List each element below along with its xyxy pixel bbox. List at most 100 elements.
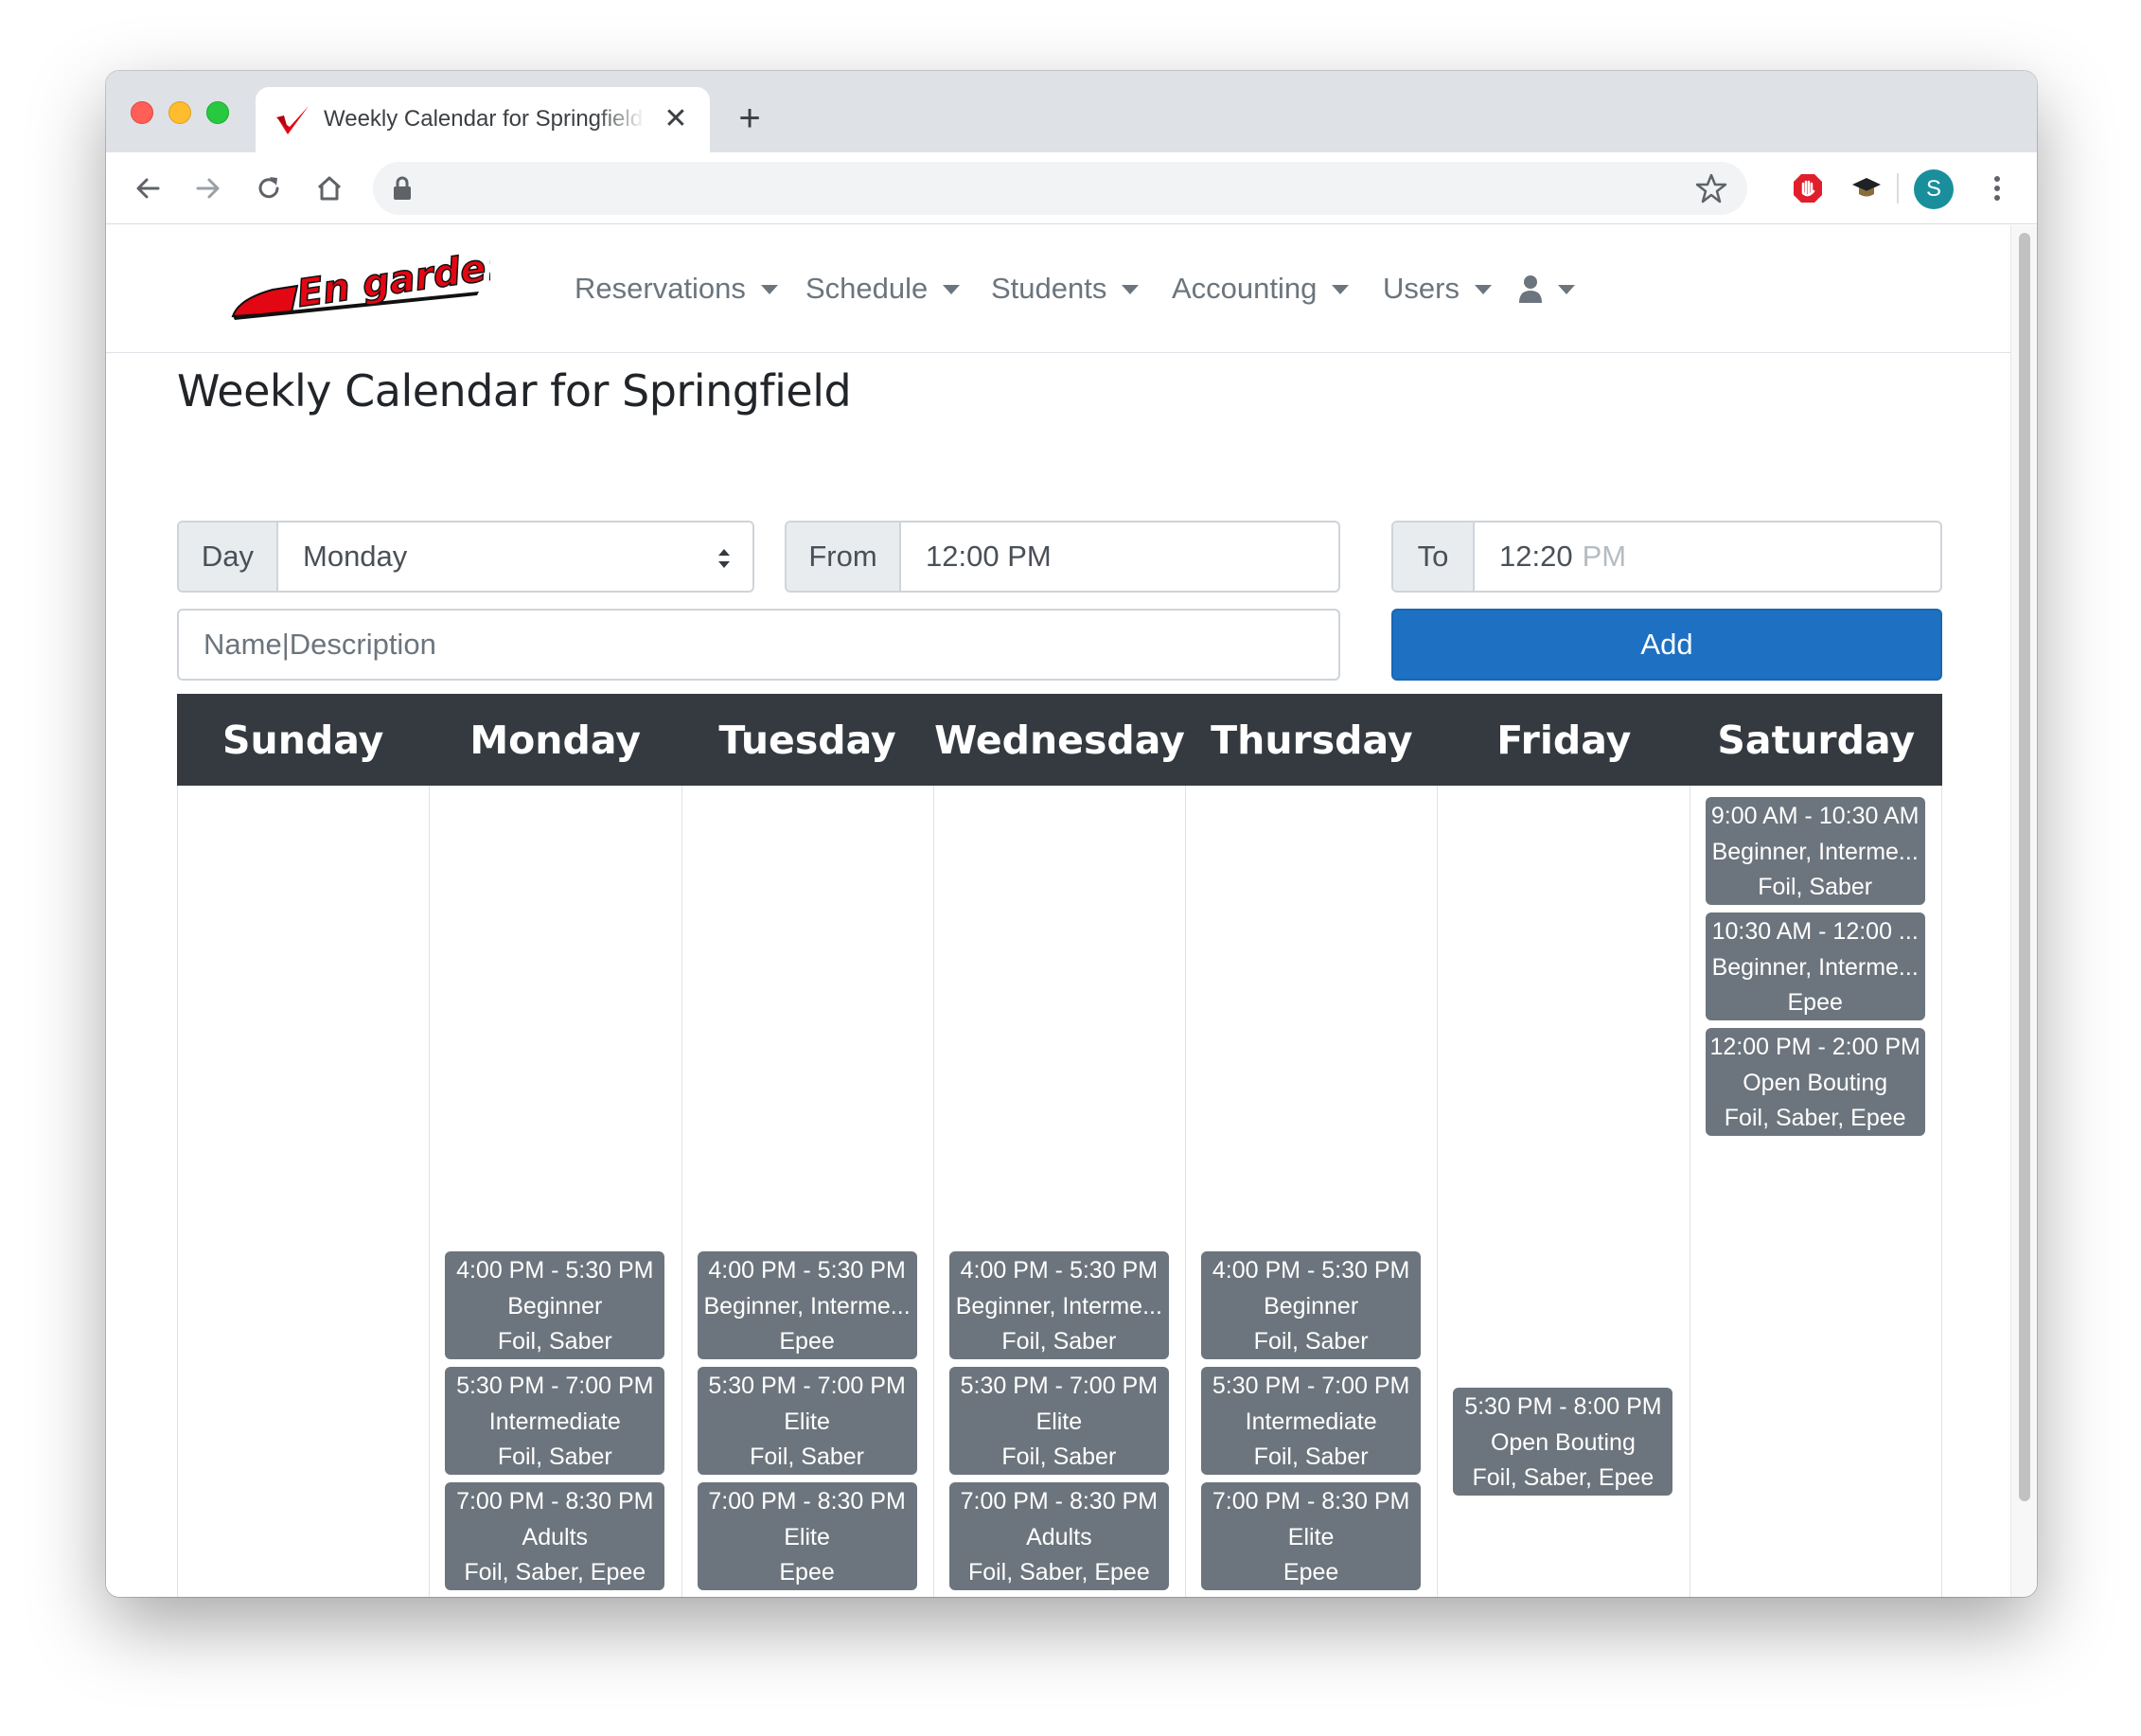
- event-card[interactable]: 4:00 PM - 5:30 PM Beginner Foil, Saber: [445, 1251, 665, 1359]
- event-card[interactable]: 7:00 PM - 8:30 PM Elite Epee: [697, 1482, 917, 1590]
- day-label: Day: [179, 523, 278, 591]
- event-time: 4:00 PM - 5:30 PM: [960, 1257, 1159, 1284]
- event-card[interactable]: 4:00 PM - 5:30 PM Beginner Foil, Saber: [1201, 1251, 1422, 1359]
- day-column-friday[interactable]: 5:30 PM - 8:00 PM Open Bouting Foil, Sab…: [1438, 786, 1690, 1597]
- caret-down-icon: [1122, 285, 1140, 294]
- day-select[interactable]: Monday: [278, 523, 752, 591]
- nav-students-label: Students: [991, 272, 1107, 305]
- to-time-input[interactable]: 12:20 PM: [1475, 523, 1940, 591]
- event-card[interactable]: 5:30 PM - 7:00 PM Intermediate Foil, Sab…: [1201, 1367, 1422, 1475]
- minimize-window-button[interactable]: [168, 101, 191, 124]
- event-weapons: Foil, Saber: [497, 1328, 612, 1355]
- day-header-friday: Friday: [1496, 717, 1632, 763]
- maximize-window-button[interactable]: [206, 101, 229, 124]
- nav-students[interactable]: Students: [991, 268, 1140, 310]
- event-weapons: Epee: [1283, 1559, 1339, 1585]
- event-weapons: Foil, Saber: [1001, 1328, 1117, 1355]
- event-name: Intermediate: [1245, 1408, 1377, 1435]
- day-select-group: Day Monday: [177, 521, 754, 593]
- browser-tab[interactable]: Weekly Calendar for Springfield ✕: [256, 87, 710, 152]
- day-column-tuesday[interactable]: 4:00 PM - 5:30 PM Beginner, Interme... E…: [682, 786, 934, 1597]
- url-input[interactable]: [430, 169, 1670, 207]
- graduation-cap-extension-icon[interactable]: [1848, 169, 1885, 207]
- address-bar[interactable]: [373, 162, 1747, 215]
- toolbar-divider: [1897, 173, 1899, 204]
- new-tab-button[interactable]: +: [731, 99, 769, 137]
- home-icon[interactable]: [310, 169, 348, 207]
- add-button[interactable]: Add: [1391, 609, 1942, 681]
- event-card[interactable]: 7:00 PM - 8:30 PM Adults Foil, Saber, Ep…: [948, 1482, 1169, 1590]
- from-label: From: [787, 523, 901, 591]
- day-column-wednesday[interactable]: 4:00 PM - 5:30 PM Beginner, Interme... F…: [934, 786, 1187, 1597]
- event-card[interactable]: 10:30 AM - 12:00 ... Beginner, Interme..…: [1705, 912, 1925, 1020]
- event-name: Open Bouting: [1490, 1428, 1636, 1456]
- kebab-menu-icon[interactable]: [1978, 169, 2016, 207]
- tab-close-icon[interactable]: ✕: [661, 104, 691, 134]
- event-card[interactable]: 5:30 PM - 7:00 PM Elite Foil, Saber: [948, 1367, 1169, 1475]
- nav-user-menu[interactable]: [1518, 268, 1575, 310]
- nav-reservations[interactable]: Reservations: [575, 268, 778, 310]
- event-card[interactable]: 4:00 PM - 5:30 PM Beginner, Interme... E…: [697, 1251, 917, 1359]
- day-column-monday[interactable]: 4:00 PM - 5:30 PM Beginner Foil, Saber 5…: [430, 786, 682, 1597]
- event-card[interactable]: 7:00 PM - 8:30 PM Elite Epee: [1201, 1482, 1422, 1590]
- event-weapons: Foil, Saber, Epee: [1472, 1464, 1654, 1491]
- event-card[interactable]: 4:00 PM - 5:30 PM Beginner, Interme... F…: [948, 1251, 1169, 1359]
- event-card[interactable]: 9:00 AM - 10:30 AM Beginner, Interme... …: [1705, 797, 1925, 905]
- profile-avatar[interactable]: S: [1914, 169, 1954, 209]
- scrollbar-thumb[interactable]: [2019, 233, 2030, 1501]
- event-name: Adults: [522, 1523, 589, 1550]
- event-time: 5:30 PM - 7:00 PM: [1212, 1373, 1410, 1399]
- en-garde-favicon-icon: [276, 106, 309, 134]
- page-scrollbar[interactable]: [2010, 225, 2037, 1597]
- from-time-input[interactable]: 12:00 PM: [901, 523, 1338, 591]
- event-time: 4:00 PM - 5:30 PM: [456, 1257, 654, 1284]
- caret-down-icon: [943, 285, 961, 294]
- event-name: Beginner, Interme...: [1711, 953, 1919, 981]
- reload-icon[interactable]: [250, 169, 288, 207]
- event-card[interactable]: 12:00 PM - 2:00 PM Open Bouting Foil, Sa…: [1705, 1028, 1925, 1136]
- to-time-group: To 12:20 PM: [1391, 521, 1942, 593]
- day-column-sunday[interactable]: [178, 786, 431, 1597]
- event-weapons: Foil, Saber: [1253, 1328, 1369, 1355]
- bookmark-star-icon[interactable]: [1694, 171, 1728, 205]
- event-card[interactable]: 5:30 PM - 7:00 PM Intermediate Foil, Sab…: [445, 1367, 665, 1475]
- event-time: 7:00 PM - 8:30 PM: [456, 1488, 654, 1515]
- caret-down-icon: [1474, 285, 1492, 294]
- day-select-value: Monday: [303, 540, 408, 573]
- lock-icon: [394, 176, 411, 200]
- forward-icon[interactable]: [189, 169, 227, 207]
- event-weapons: Foil, Saber, Epee: [1724, 1105, 1906, 1131]
- day-column-thursday[interactable]: 4:00 PM - 5:30 PM Beginner Foil, Saber 5…: [1186, 786, 1439, 1597]
- event-weapons: Foil, Saber: [1253, 1444, 1369, 1470]
- event-time: 10:30 AM - 12:00 ...: [1711, 918, 1919, 945]
- nav-users[interactable]: Users: [1383, 268, 1492, 310]
- to-time-value: 12:20: [1499, 540, 1573, 573]
- close-window-button[interactable]: [131, 101, 153, 124]
- tab-title: Weekly Calendar for Springfield: [324, 106, 644, 132]
- event-time: 5:30 PM - 7:00 PM: [960, 1373, 1159, 1399]
- event-name: Beginner: [507, 1292, 603, 1320]
- day-header-monday: Monday: [469, 717, 641, 763]
- name-description-input[interactable]: Name|Description: [177, 609, 1340, 681]
- event-card[interactable]: 5:30 PM - 8:00 PM Open Bouting Foil, Sab…: [1453, 1388, 1673, 1496]
- event-name: Elite: [1035, 1408, 1083, 1435]
- event-name: Elite: [1287, 1523, 1335, 1550]
- event-card[interactable]: 7:00 PM - 8:30 PM Adults Foil, Saber, Ep…: [445, 1482, 665, 1590]
- event-time: 7:00 PM - 8:30 PM: [960, 1488, 1159, 1515]
- event-time: 9:00 AM - 10:30 AM: [1710, 803, 1920, 829]
- event-weapons: Foil, Saber, Epee: [967, 1559, 1150, 1585]
- event-name: Beginner: [1264, 1292, 1359, 1320]
- back-icon[interactable]: [129, 169, 167, 207]
- event-card[interactable]: 5:30 PM - 7:00 PM Elite Foil, Saber: [697, 1367, 917, 1475]
- day-column-saturday[interactable]: 9:00 AM - 10:30 AM Beginner, Interme... …: [1690, 786, 1941, 1597]
- nav-accounting[interactable]: Accounting: [1172, 268, 1350, 310]
- event-weapons: Foil, Saber: [497, 1444, 612, 1470]
- event-name: Adults: [1026, 1523, 1092, 1550]
- en-garde-logo[interactable]: En garde!: [225, 244, 490, 339]
- nav-schedule[interactable]: Schedule: [805, 268, 961, 310]
- event-weapons: Epee: [779, 1328, 835, 1355]
- caret-down-icon: [1332, 285, 1350, 294]
- event-time: 7:00 PM - 8:30 PM: [708, 1488, 906, 1515]
- adblock-extension-icon[interactable]: [1789, 169, 1827, 207]
- browser-toolbar: S: [106, 152, 2037, 224]
